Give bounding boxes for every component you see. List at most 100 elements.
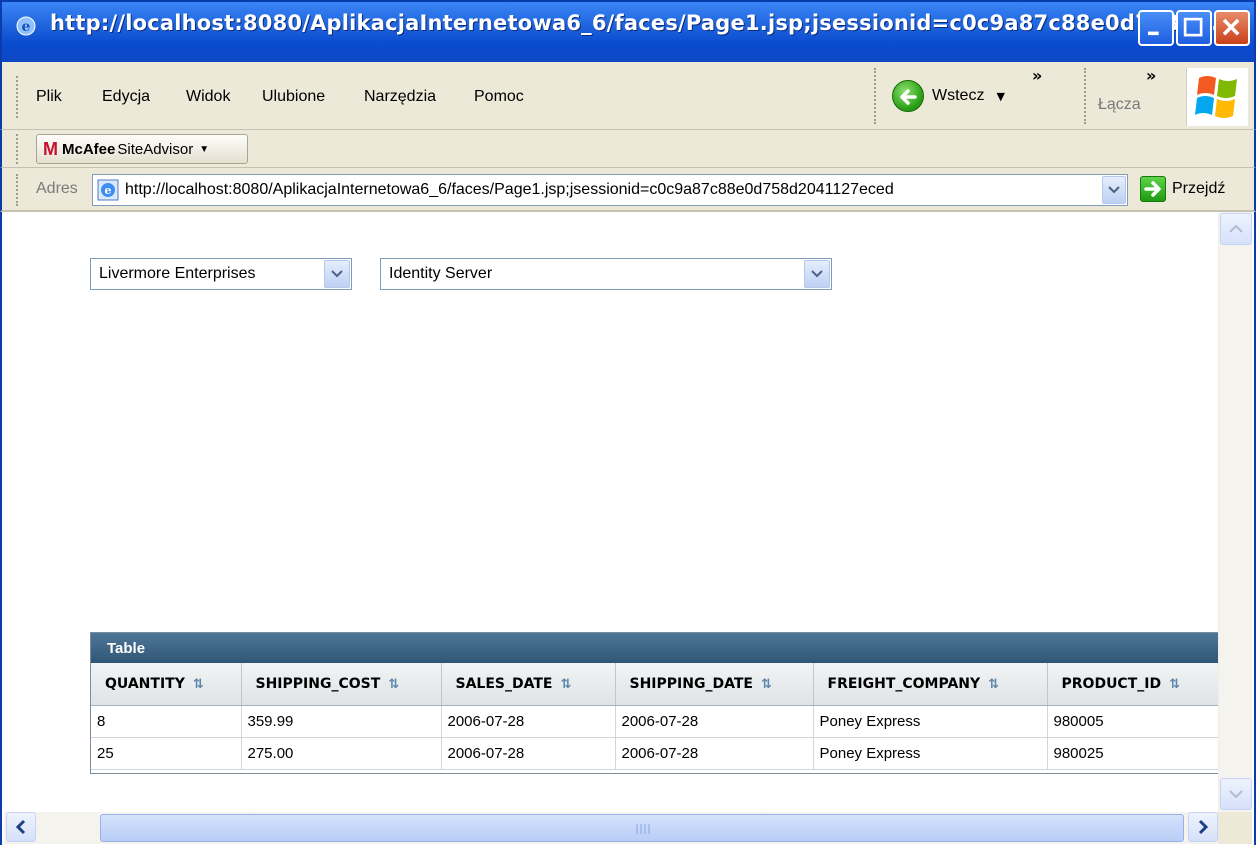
column-label: SHIPPING_DATE <box>629 675 753 692</box>
mcafee-brand: McAfee <box>62 140 116 158</box>
column-header-product-id[interactable]: PRODUCT_ID ⇅ <box>1047 663 1221 706</box>
menu-bar: Plik Edycja Widok Ulubione Narzędzia Pom… <box>0 62 1256 130</box>
back-arrow-icon <box>892 80 924 112</box>
sort-icon[interactable]: ⇅ <box>988 677 999 692</box>
table-row[interactable]: 25 275.00 2006-07-28 2006-07-28 Poney Ex… <box>91 737 1221 770</box>
cell-product-id: 980025 <box>1047 737 1221 770</box>
column-header-sales-date[interactable]: SALES_DATE ⇅ <box>441 663 616 706</box>
table-header-row: QUANTITY ⇅ SHIPPING_COST ⇅ SALES_DATE ⇅ SHI… <box>91 663 1221 706</box>
horizontal-scrollbar[interactable] <box>4 812 1222 844</box>
toolbar-separator <box>874 68 877 124</box>
address-grip[interactable] <box>16 174 19 206</box>
mcafee-grip[interactable] <box>16 134 19 164</box>
address-url: http://localhost:8080/AplikacjaInterneto… <box>125 181 894 198</box>
address-bar: Adres e http://localhost:8080/AplikacjaI… <box>0 168 1256 212</box>
sort-icon[interactable]: ⇅ <box>761 677 772 692</box>
column-header-shipping-date[interactable]: SHIPPING_DATE ⇅ <box>615 663 814 706</box>
company-select-value: Livermore Enterprises <box>99 265 256 282</box>
horizontal-scroll-thumb[interactable] <box>100 814 1184 842</box>
links-overflow-chevron[interactable]: » <box>1146 66 1156 85</box>
address-dropdown-button[interactable] <box>1102 176 1126 204</box>
menu-widok[interactable]: Widok <box>186 88 230 106</box>
mcafee-logo-icon: M <box>43 138 58 159</box>
menu-narzedzia[interactable]: Narzędzia <box>364 88 436 106</box>
cell-freight-company: Poney Express <box>813 705 1048 738</box>
back-button[interactable]: Wstecz ▼ <box>892 76 1005 116</box>
company-select-dropdown-button[interactable] <box>324 260 350 288</box>
maximize-button[interactable] <box>1176 10 1212 46</box>
menu-pomoc[interactable]: Pomoc <box>474 88 524 106</box>
scroll-left-button[interactable] <box>6 812 36 842</box>
toolbar-grip[interactable] <box>16 76 19 118</box>
cell-quantity: 25 <box>91 737 242 770</box>
scroll-up-button[interactable] <box>1220 213 1252 245</box>
menu-edycja[interactable]: Edycja <box>102 88 150 106</box>
cell-sales-date: 2006-07-28 <box>441 737 616 770</box>
address-input[interactable]: e http://localhost:8080/AplikacjaInterne… <box>92 174 1128 206</box>
vertical-scrollbar[interactable] <box>1218 212 1252 812</box>
sort-icon[interactable]: ⇅ <box>560 677 571 692</box>
scroll-right-button[interactable] <box>1188 812 1218 842</box>
links-label[interactable]: Łącza <box>1098 96 1141 114</box>
chevron-right-icon <box>1198 819 1209 835</box>
page-content: Livermore Enterprises Identity Server Ta… <box>0 212 1256 845</box>
ie-logo-icon: e <box>16 16 36 36</box>
menu-ulubione[interactable]: Ulubione <box>262 88 325 106</box>
mcafee-siteadvisor-button[interactable]: M McAfee SiteAdvisor ▼ <box>36 134 248 164</box>
mcafee-product: SiteAdvisor <box>117 140 194 158</box>
column-label: QUANTITY <box>105 675 185 692</box>
column-header-shipping-cost[interactable]: SHIPPING_COST ⇅ <box>241 663 442 706</box>
close-icon <box>1222 18 1240 36</box>
cell-shipping-date: 2006-07-28 <box>615 737 814 770</box>
close-button[interactable] <box>1214 10 1250 46</box>
chevron-down-icon <box>1229 790 1243 799</box>
windows-flag-logo <box>1186 68 1248 126</box>
chevron-down-icon <box>811 270 823 278</box>
cell-quantity: 8 <box>91 705 242 738</box>
product-select-dropdown-button[interactable] <box>804 260 830 288</box>
cell-shipping-date: 2006-07-28 <box>615 705 814 738</box>
maximize-icon <box>1183 17 1203 37</box>
cell-sales-date: 2006-07-28 <box>441 705 616 738</box>
windows-logo-icon <box>1195 76 1237 118</box>
table-title: Table <box>91 633 1221 663</box>
column-label: SALES_DATE <box>455 675 553 692</box>
product-select[interactable]: Identity Server <box>380 258 832 290</box>
window-title: http://localhost:8080/AplikacjaInterneto… <box>50 11 1220 35</box>
grip-icon <box>636 824 650 834</box>
cell-freight-company: Poney Express <box>813 737 1048 770</box>
chevron-up-icon <box>1229 224 1243 233</box>
column-header-quantity[interactable]: QUANTITY ⇅ <box>91 663 242 706</box>
table-row[interactable]: 8 359.99 2006-07-28 2006-07-28 Poney Exp… <box>91 705 1221 738</box>
company-select[interactable]: Livermore Enterprises <box>90 258 352 290</box>
minimize-icon <box>1148 31 1159 36</box>
cell-shipping-cost: 359.99 <box>241 705 442 738</box>
address-label: Adres <box>36 180 78 197</box>
ie-page-icon: e <box>97 179 119 201</box>
go-arrow-icon <box>1140 176 1166 202</box>
svg-text:e: e <box>22 19 31 35</box>
chevron-left-icon <box>15 819 26 835</box>
links-separator <box>1084 68 1087 124</box>
cell-shipping-cost: 275.00 <box>241 737 442 770</box>
sort-icon[interactable]: ⇅ <box>388 677 399 692</box>
toolbar-overflow-chevron[interactable]: » <box>1032 66 1042 85</box>
go-button[interactable]: Przejdź <box>1140 176 1225 202</box>
mcafee-toolbar: M McAfee SiteAdvisor ▼ <box>0 130 1256 168</box>
minimize-button[interactable] <box>1138 10 1174 46</box>
sort-icon[interactable]: ⇅ <box>193 677 204 692</box>
window-titlebar[interactable]: e http://localhost:8080/AplikacjaInterne… <box>0 0 1256 62</box>
back-dropdown-icon[interactable]: ▼ <box>996 90 1004 103</box>
menu-plik[interactable]: Plik <box>36 88 62 106</box>
mcafee-dropdown-icon: ▼ <box>199 143 210 155</box>
column-header-freight-company[interactable]: FREIGHT_COMPANY ⇅ <box>813 663 1048 706</box>
column-label: SHIPPING_COST <box>255 675 381 692</box>
scrollbar-corner <box>1218 812 1252 844</box>
chevron-down-icon <box>1108 186 1120 194</box>
sort-icon[interactable]: ⇅ <box>1169 677 1180 692</box>
data-table: Table QUANTITY ⇅ SHIPPING_COST ⇅ SALES_DAT… <box>90 632 1222 774</box>
column-label: FREIGHT_COMPANY <box>827 675 981 692</box>
cell-product-id: 980005 <box>1047 705 1221 738</box>
product-select-value: Identity Server <box>389 265 493 282</box>
scroll-down-button[interactable] <box>1220 778 1252 810</box>
